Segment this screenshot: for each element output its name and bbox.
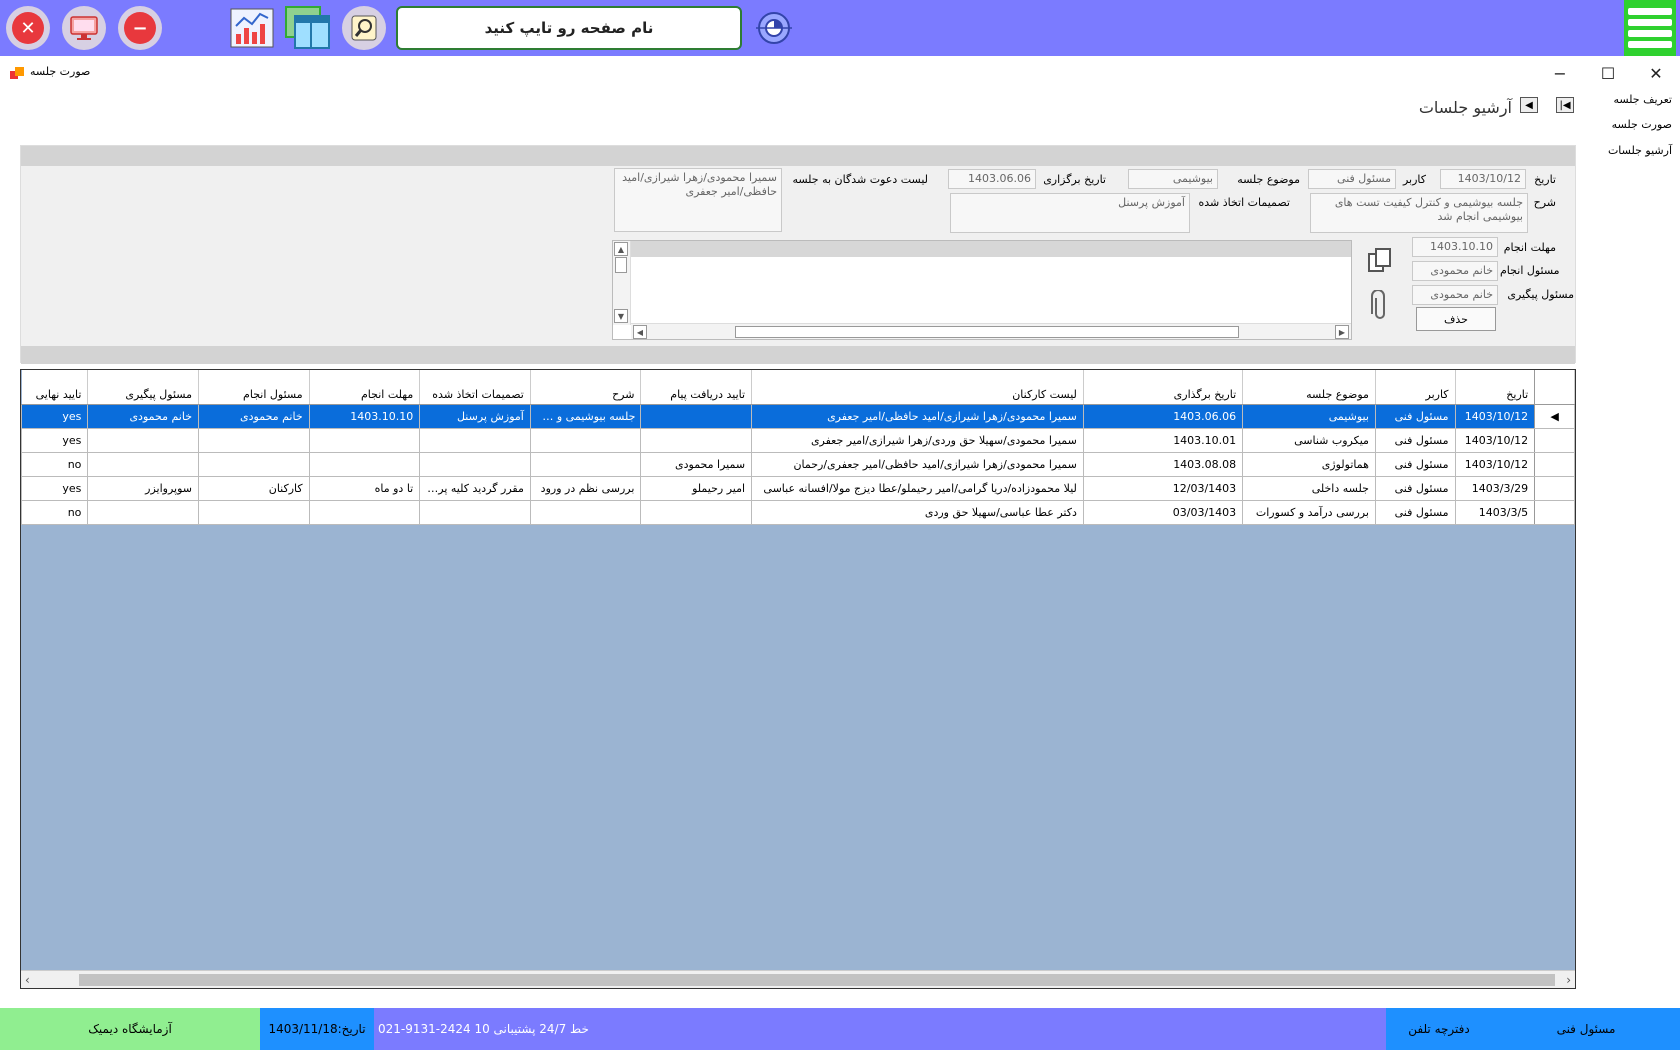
prev-page-button[interactable]: ◀: [1520, 97, 1538, 113]
column-header[interactable]: شرح: [530, 370, 642, 405]
search-button[interactable]: [342, 6, 386, 50]
column-header[interactable]: مسئول انجام: [198, 370, 310, 405]
decisions-label: تصمیمات اتخاذ شده: [1198, 196, 1290, 209]
attachments-list-header: [631, 241, 1351, 257]
executor-field[interactable]: خانم محمودی: [1412, 261, 1498, 281]
scroll-left-arrow-icon[interactable]: ◀: [633, 325, 647, 339]
table-row[interactable]: ◀ 1403/10/12 مسئول فنی بیوشیمی 1403.06.0…: [21, 403, 1575, 429]
delete-button[interactable]: حذف: [1416, 307, 1496, 331]
column-header[interactable]: موضوع جلسه: [1242, 370, 1376, 405]
phonebook-button[interactable]: دفترچه تلفن: [1386, 1008, 1492, 1050]
monitor-button[interactable]: [62, 6, 106, 50]
page-title: آرشیو جلسات: [1418, 98, 1512, 117]
window-maximize-button[interactable]: ☐: [1588, 62, 1628, 84]
close-icon: ✕: [12, 12, 44, 44]
description-label: شرح: [1533, 196, 1556, 209]
column-header[interactable]: کاربر: [1375, 370, 1456, 405]
top-toolbar: ✕ − نام صفحه رو تایپ کنید: [0, 0, 1680, 56]
window-layout-icon: [285, 6, 330, 49]
deadline-field[interactable]: 1403.10.10: [1412, 237, 1498, 257]
column-header[interactable]: تاریخ: [1455, 370, 1536, 405]
navigate-button[interactable]: [750, 4, 798, 52]
column-header[interactable]: تایید دریافت پیام: [640, 370, 753, 405]
row-selector-arrow-icon[interactable]: ◀: [1534, 403, 1575, 429]
nav-item-define-meeting[interactable]: تعریف جلسه: [1613, 93, 1672, 106]
table-header-row: تاریخ کاربر موضوع جلسه تاریخ برگذاری لیس…: [21, 370, 1575, 405]
reports-button[interactable]: [228, 4, 276, 52]
scroll-up-arrow-icon[interactable]: ▲: [614, 242, 628, 256]
copy-icon: [1368, 248, 1391, 272]
executor-label: مسئول انجام: [1500, 264, 1560, 277]
scroll-left-arrow-icon[interactable]: ‹: [25, 973, 30, 987]
monitor-icon: [70, 16, 98, 40]
minus-icon: −: [124, 12, 156, 44]
paperclip-icon: [1371, 289, 1385, 319]
windows-button[interactable]: [284, 4, 332, 52]
window-close-button[interactable]: ✕: [1636, 62, 1676, 84]
window-minimize-button[interactable]: −: [1540, 62, 1580, 84]
nav-item-meeting-minutes[interactable]: صورت جلسه: [1612, 118, 1672, 131]
scroll-right-arrow-icon[interactable]: ▶: [1335, 325, 1349, 339]
window-title: صورت جلسه: [30, 65, 91, 78]
copy-button[interactable]: [1366, 246, 1394, 274]
app-icon: [10, 67, 24, 79]
search-icon: [351, 15, 377, 41]
topic-field[interactable]: بیوشیمی: [1128, 169, 1218, 189]
column-header[interactable]: مهلت انجام: [309, 370, 421, 405]
meetings-table: تاریخ کاربر موضوع جلسه تاریخ برگذاری لیس…: [21, 370, 1575, 525]
invitees-field[interactable]: سمیرا محمودی/زهرا شیرازی/امید حافظی/امیر…: [614, 168, 782, 232]
held-date-label: تاریخ برگزاری: [1043, 173, 1106, 186]
held-date-field[interactable]: 1403.06.06: [948, 169, 1036, 189]
support-info: 021-9131-2424 10 خط 24/7 پشتیبانی: [378, 1022, 589, 1036]
grid-horizontal-scrollbar[interactable]: ‹ ›: [21, 970, 1575, 988]
column-header[interactable]: تاریخ برگذاری: [1083, 370, 1244, 405]
chart-icon: [230, 8, 274, 48]
followup-field[interactable]: خانم محمودی: [1412, 285, 1498, 305]
status-date: تاریخ:1403/11/18: [260, 1008, 374, 1050]
user-label: کاربر: [1402, 173, 1426, 186]
invitees-label: لیست دعوت شدگان به جلسه: [792, 173, 928, 186]
decisions-field[interactable]: آموزش پرسنل: [950, 193, 1190, 233]
description-field[interactable]: جلسه بیوشیمی و کنترل کیفیت تست های بیوشی…: [1310, 193, 1528, 233]
meetings-grid[interactable]: تاریخ کاربر موضوع جلسه تاریخ برگذاری لیس…: [20, 369, 1576, 989]
user-field[interactable]: مسئول فنی: [1308, 169, 1396, 189]
attachments-vertical-scrollbar[interactable]: ▲ ▼: [613, 241, 631, 325]
close-app-button[interactable]: ✕: [6, 6, 50, 50]
attachments-horizontal-scrollbar[interactable]: ◀ ▶: [631, 323, 1351, 339]
attach-button[interactable]: [1368, 289, 1392, 322]
column-header[interactable]: مسئول پیگیری: [87, 370, 200, 405]
hamburger-icon: [1628, 8, 1672, 15]
navigate-icon: [756, 12, 792, 44]
window-titlebar: صورت جلسه − ☐ ✕: [0, 60, 1680, 86]
table-row[interactable]: 1403/10/12 مسئول فنی میکروب شناسی 1403.1…: [21, 427, 1575, 453]
column-header[interactable]: تصمیمات اتخاذ شده: [419, 370, 531, 405]
nav-item-meeting-archive[interactable]: آرشیو جلسات: [1608, 144, 1672, 157]
attachments-list[interactable]: ▲ ▼ ◀ ▶: [612, 240, 1352, 340]
page-search-input[interactable]: نام صفحه رو تایپ کنید: [396, 6, 742, 50]
lab-name: آزمایشگاه دیمیک: [0, 1008, 260, 1050]
scroll-right-arrow-icon[interactable]: ›: [1566, 973, 1571, 987]
followup-label: مسئول پیگیری: [1507, 288, 1574, 301]
column-header[interactable]: لیست کارکنان: [751, 370, 1084, 405]
current-user: مسئول فنی: [1492, 1008, 1680, 1050]
date-label: تاریخ: [1534, 173, 1556, 186]
date-field[interactable]: 1403/10/12: [1440, 169, 1526, 189]
topic-label: موضوع جلسه: [1237, 173, 1300, 186]
minimize-app-button[interactable]: −: [118, 6, 162, 50]
table-row[interactable]: 1403/3/5 مسئول فنی بررسی درآمد و کسورات …: [21, 499, 1575, 525]
status-bar: آزمایشگاه دیمیک تاریخ:1403/11/18 021-913…: [0, 1008, 1680, 1050]
table-row[interactable]: 1403/10/12 مسئول فنی هماتولوژی 1403.08.0…: [21, 451, 1575, 477]
column-header[interactable]: تایید نهایی: [21, 370, 89, 405]
deadline-label: مهلت انجام: [1503, 241, 1556, 254]
scroll-down-arrow-icon[interactable]: ▼: [614, 309, 628, 323]
hamburger-menu-button[interactable]: [1624, 0, 1676, 56]
first-page-button[interactable]: |◀: [1556, 97, 1574, 113]
table-row[interactable]: 1403/3/29 مسئول فنی جلسه داخلی 12/03/140…: [21, 475, 1575, 501]
